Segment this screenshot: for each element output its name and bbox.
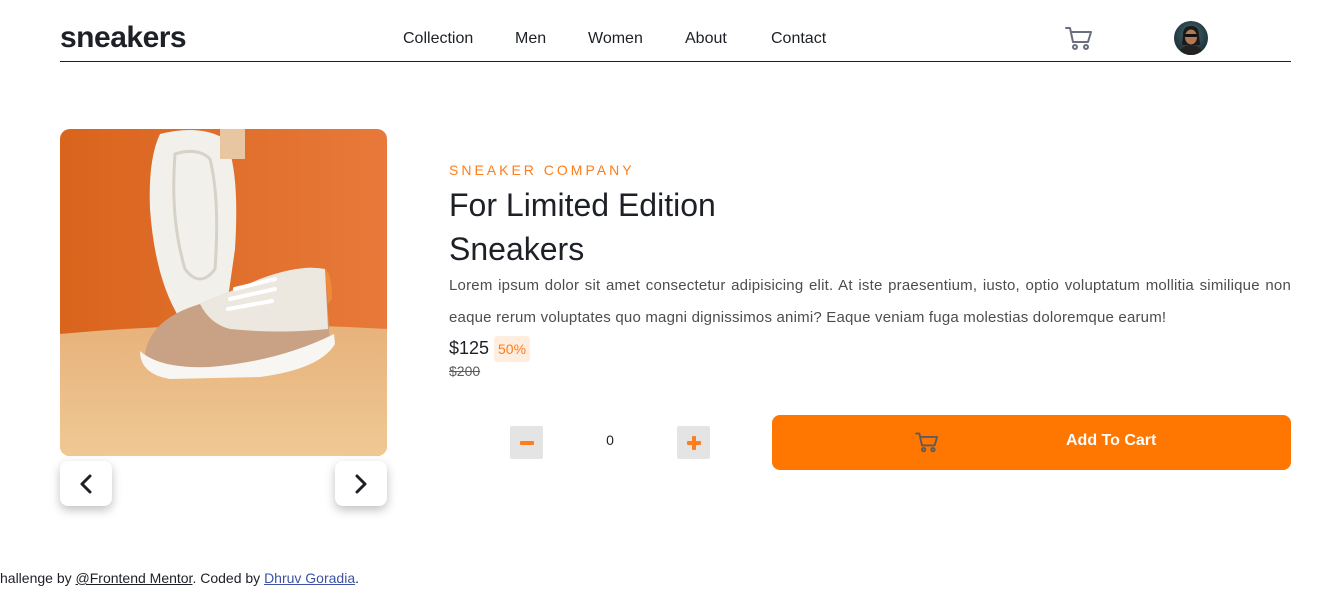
- product-description: Lorem ipsum dolor sit amet consectetur a…: [449, 277, 1291, 326]
- attribution-prefix: hallenge by: [0, 570, 76, 586]
- nav-contact[interactable]: Contact: [771, 30, 826, 48]
- nav-about[interactable]: About: [685, 30, 727, 48]
- plus-icon: [686, 435, 701, 450]
- product-image[interactable]: [60, 129, 387, 456]
- attribution-suffix: .: [355, 570, 359, 586]
- chevron-right-icon: [355, 474, 367, 493]
- quantity-value: 0: [606, 432, 614, 448]
- product-title: For Limited Edition Sneakers: [449, 183, 809, 271]
- product-title-line1: For Limited Edition: [449, 187, 716, 223]
- cart-icon: [915, 432, 939, 453]
- add-to-cart-button[interactable]: Add To Cart: [772, 415, 1291, 470]
- next-image-button[interactable]: [335, 461, 387, 506]
- frontend-mentor-link[interactable]: @Frontend Mentor: [76, 570, 193, 586]
- add-to-cart-label: Add To Cart: [1066, 432, 1157, 449]
- cart-button[interactable]: [1065, 25, 1093, 51]
- nav-women[interactable]: Women: [588, 30, 643, 48]
- quantity-increase-button[interactable]: [677, 426, 710, 459]
- nav-collection[interactable]: Collection: [403, 30, 473, 48]
- author-link[interactable]: Dhruv Goradia: [264, 570, 355, 586]
- current-price: $125: [449, 338, 490, 358]
- cart-icon: [1065, 27, 1092, 50]
- chevron-left-icon: [80, 474, 92, 493]
- previous-image-button[interactable]: [60, 461, 112, 506]
- attribution: hallenge by @Frontend Mentor. Coded by D…: [0, 570, 359, 586]
- attribution-middle: . Coded by: [192, 570, 265, 586]
- nav-men[interactable]: Men: [515, 30, 546, 48]
- discount-badge: 50%: [494, 336, 531, 362]
- original-price: $200: [449, 363, 481, 379]
- company-name: SNEAKER COMPANY: [449, 162, 635, 178]
- quantity-decrease-button[interactable]: [510, 426, 543, 459]
- minus-icon: [519, 440, 534, 445]
- avatar[interactable]: [1174, 21, 1208, 55]
- logo[interactable]: sneakers: [60, 20, 187, 56]
- site-header: sneakers Collection Men Women About Cont…: [60, 0, 1291, 62]
- product-title-line2: Sneakers: [449, 231, 585, 267]
